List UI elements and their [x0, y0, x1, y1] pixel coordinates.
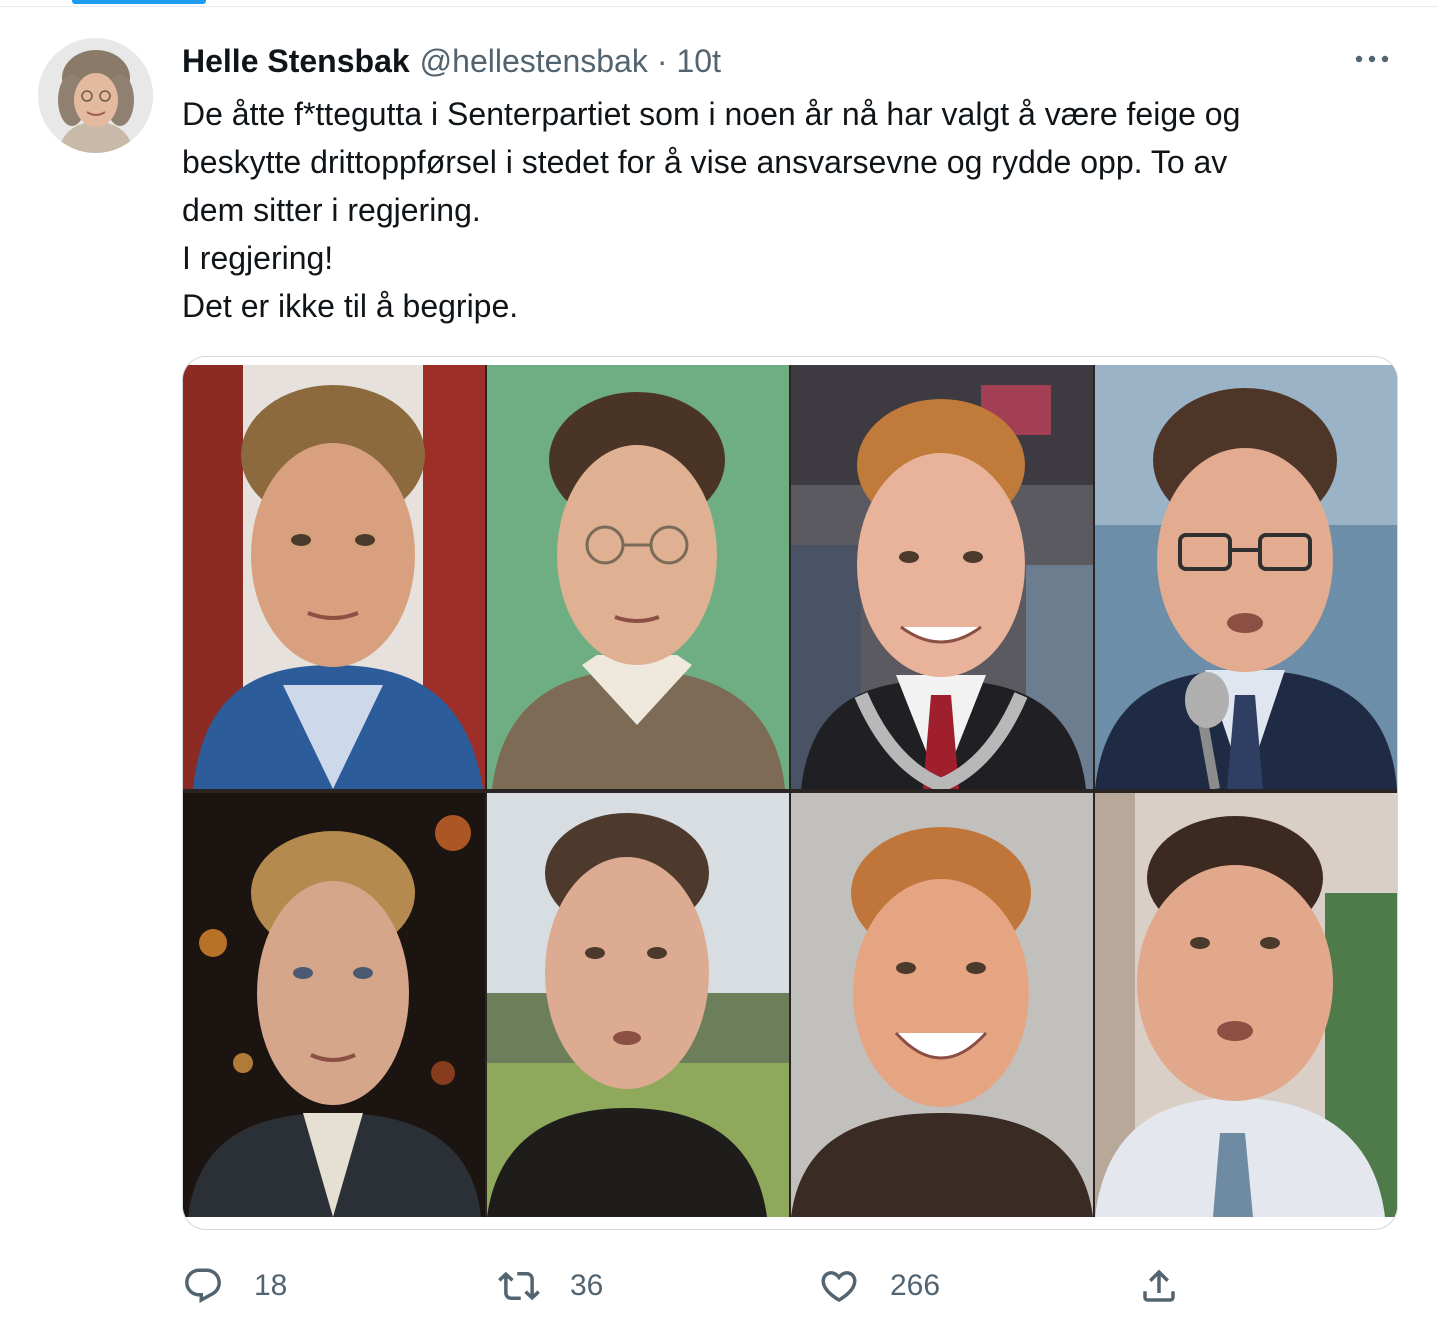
retweet-count: 36 [570, 1269, 604, 1302]
portrait-photo [183, 365, 485, 789]
reply-icon [185, 1268, 221, 1303]
tweet-text-line: I regjering! [182, 240, 334, 276]
photo-collage [183, 365, 1397, 1217]
separator-dot: · [656, 42, 668, 79]
like-button[interactable]: 266 [818, 1258, 940, 1314]
portrait-photo [183, 793, 485, 1217]
top-divider [0, 0, 1438, 7]
tab-indicator [72, 0, 206, 4]
tweet-header: Helle Stensbak @hellestensbak · 10t [182, 40, 721, 82]
avatar-photo [38, 38, 153, 153]
more-options-button[interactable] [1352, 40, 1392, 78]
portrait-photo [1095, 793, 1397, 1217]
author-name[interactable]: Helle Stensbak [182, 43, 410, 80]
tweet-text-line: Det er ikke til å begripe. [182, 288, 519, 324]
tweet-timestamp[interactable]: 10t [676, 43, 720, 80]
avatar[interactable] [38, 38, 153, 153]
retweet-button[interactable]: 36 [498, 1258, 603, 1314]
retweet-icon [498, 1271, 540, 1301]
tweet-text-line: De åtte f*ttegutta i Senterpartiet som i… [182, 96, 1241, 132]
portrait-photo [791, 365, 1093, 789]
portrait-photo [791, 793, 1093, 1217]
portrait-photo [1095, 365, 1397, 789]
reply-count: 18 [254, 1269, 288, 1302]
tweet-text-line: beskytte drittoppførsel i stedet for å v… [182, 144, 1228, 180]
reply-button[interactable]: 18 [182, 1258, 287, 1314]
share-button[interactable] [1138, 1258, 1180, 1314]
share-icon [1143, 1269, 1175, 1302]
author-handle[interactable]: @hellestensbak [420, 43, 648, 80]
heart-icon [821, 1271, 857, 1303]
tweet-text-line: dem sitter i regjering. [182, 192, 481, 228]
portrait-photo [487, 793, 789, 1217]
tweet-media[interactable] [182, 356, 1398, 1230]
tweet-actions: 18 36 266 [182, 1258, 1222, 1314]
like-count: 266 [890, 1269, 941, 1302]
tweet-text: De åtte f*ttegutta i Senterpartiet som i… [182, 90, 1402, 330]
more-icon [1355, 55, 1389, 63]
portrait-photo [487, 365, 789, 789]
